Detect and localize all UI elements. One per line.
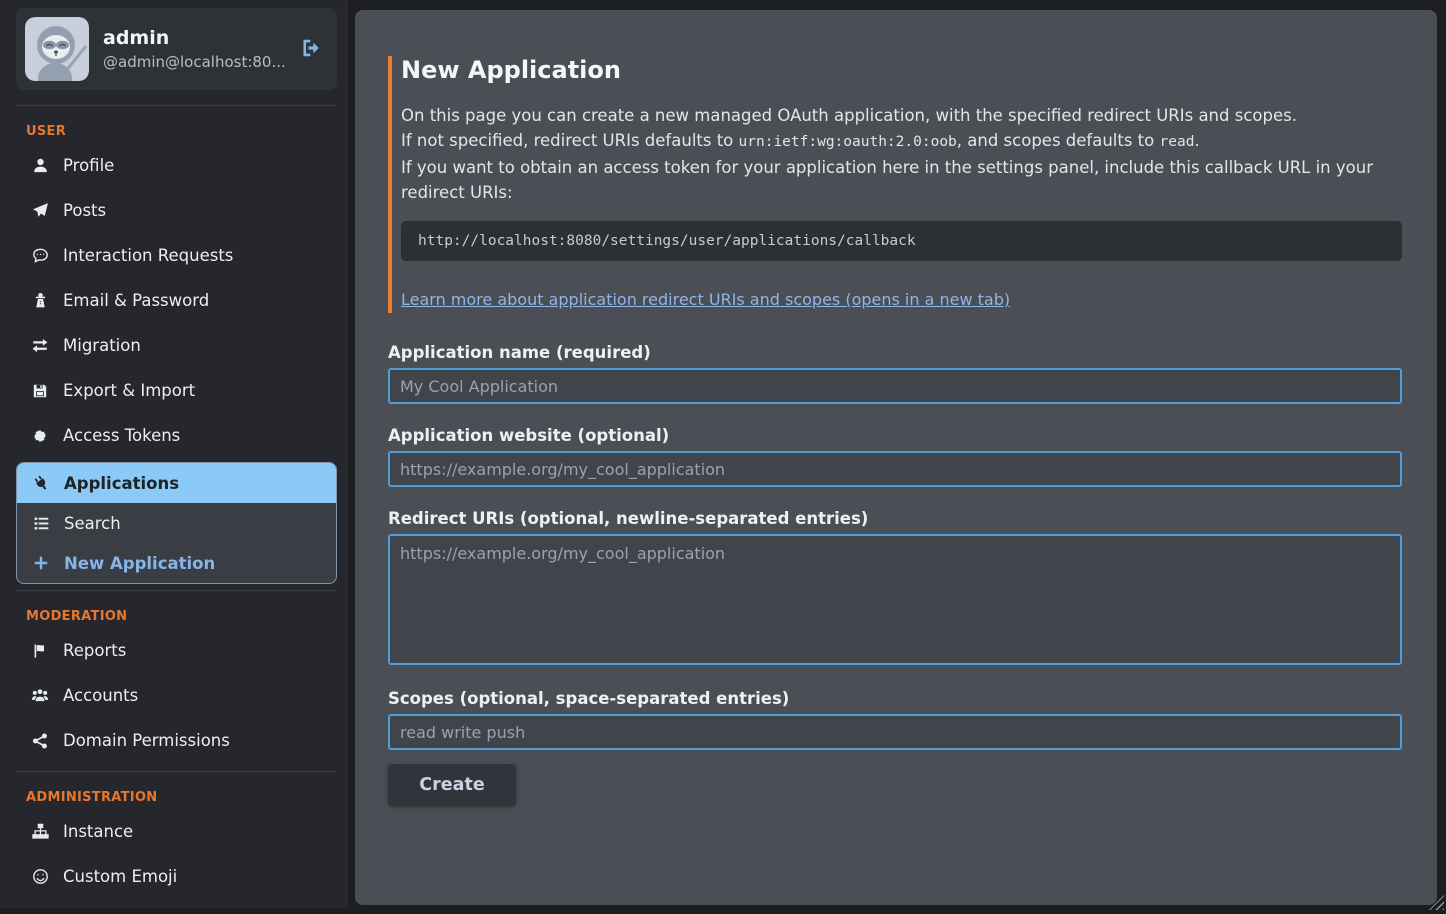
new-application-form: Application name (required) Application … [388,343,1402,806]
intro-line-1: On this page you can create a new manage… [401,103,1402,128]
list-icon [31,515,51,532]
section-label-moderation: MODERATION [26,609,348,624]
applications-group: Applications Search New Application [16,462,337,584]
application-website-label: Application website (optional) [388,426,1402,445]
sidebar-item-posts[interactable]: Posts [0,188,348,233]
floppy-disk-icon [30,383,50,399]
share-nodes-icon [30,733,50,749]
read-code: read [1160,134,1195,150]
settings-sidebar: admin @admin@localhost:80... USER Profil… [0,0,348,908]
sidebar-item-actions[interactable]: Actions [0,899,348,908]
sidebar-item-label: Export & Import [63,381,195,400]
scopes-field: Scopes (optional, space-separated entrie… [388,689,1402,750]
learn-more-link[interactable]: Learn more about application redirect UR… [401,290,1010,309]
sidebar-item-export-import[interactable]: Export & Import [0,368,348,413]
sidebar-item-label: Applications [64,474,179,493]
user-display-name: admin [103,27,299,49]
sidebar-item-access-tokens[interactable]: Access Tokens [0,413,348,458]
logout-button[interactable] [299,37,323,61]
redirect-uris-label: Redirect URIs (optional, newline-separat… [388,509,1402,528]
plus-icon [31,555,51,571]
sidebar-item-label: Access Tokens [63,426,180,445]
sidebar-item-interaction-requests[interactable]: Interaction Requests [0,233,348,278]
sidebar-item-label: Interaction Requests [63,246,233,265]
smiley-icon [30,868,50,885]
user-meta: admin @admin@localhost:80... [103,27,299,71]
user-secret-icon [30,292,50,309]
sidebar-item-accounts[interactable]: Accounts [0,673,348,718]
sloth-avatar [25,17,89,81]
sidebar-item-reports[interactable]: Reports [0,628,348,673]
sidebar-item-migration[interactable]: Migration [0,323,348,368]
plug-icon [31,475,51,492]
callback-url-code-block: http://localhost:8080/settings/user/appl… [401,221,1402,261]
sidebar-item-applications-search[interactable]: Search [17,503,336,543]
redirect-uris-textarea[interactable] [388,534,1402,665]
scopes-input[interactable] [388,714,1402,750]
intro-line-3: If you want to obtain an access token fo… [401,155,1402,205]
sidebar-item-label: Domain Permissions [63,731,230,750]
flag-icon [30,643,50,659]
sitemap-icon [30,823,50,840]
page-intro-block: New Application On this page you can cre… [388,56,1402,313]
redirect-uris-field: Redirect URIs (optional, newline-separat… [388,509,1402,665]
exchange-arrows-icon [30,337,50,355]
sidebar-item-label: Posts [63,201,106,220]
sidebar-item-label: Custom Emoji [63,867,177,886]
sidebar-divider [16,771,336,772]
application-name-field: Application name (required) [388,343,1402,404]
sidebar-divider [16,590,336,591]
create-button[interactable]: Create [388,764,516,806]
new-application-panel: New Application On this page you can cre… [355,10,1437,905]
sidebar-item-label: Profile [63,156,114,175]
scopes-label: Scopes (optional, space-separated entrie… [388,689,1402,708]
application-name-label: Application name (required) [388,343,1402,362]
oob-code: urn:ietf:wg:oauth:2.0:oob [739,134,957,150]
sidebar-item-label: Reports [63,641,126,660]
sidebar-item-label: Accounts [63,686,138,705]
sidebar-item-custom-emoji[interactable]: Custom Emoji [0,854,348,899]
application-name-input[interactable] [388,368,1402,404]
paper-plane-icon [30,202,50,219]
certificate-icon [30,428,50,444]
section-label-administration: ADMINISTRATION [26,790,348,805]
sidebar-item-applications[interactable]: Applications [17,463,336,503]
sidebar-item-label: Search [64,514,121,533]
sidebar-item-label: New Application [64,554,215,573]
comment-dots-icon [30,247,50,264]
application-website-field: Application website (optional) [388,426,1402,487]
sign-out-icon [300,37,322,62]
sidebar-item-label: Migration [63,336,141,355]
sidebar-divider [16,105,336,106]
user-icon [30,157,50,174]
page-title: New Application [401,56,1402,84]
user-handle: @admin@localhost:80... [103,53,299,71]
users-icon [30,687,50,705]
user-card: admin @admin@localhost:80... [16,8,337,90]
application-website-input[interactable] [388,451,1402,487]
sidebar-item-instance[interactable]: Instance [0,809,348,854]
sidebar-item-email-password[interactable]: Email & Password [0,278,348,323]
section-label-user: USER [26,124,348,139]
sidebar-item-profile[interactable]: Profile [0,143,348,188]
sidebar-item-label: Instance [63,822,133,841]
sidebar-item-domain-permissions[interactable]: Domain Permissions [0,718,348,763]
sidebar-item-new-application[interactable]: New Application [17,543,336,583]
sidebar-item-label: Email & Password [63,291,209,310]
intro-line-2: If not specified, redirect URIs defaults… [401,128,1402,155]
intro-text: On this page you can create a new manage… [401,103,1402,205]
